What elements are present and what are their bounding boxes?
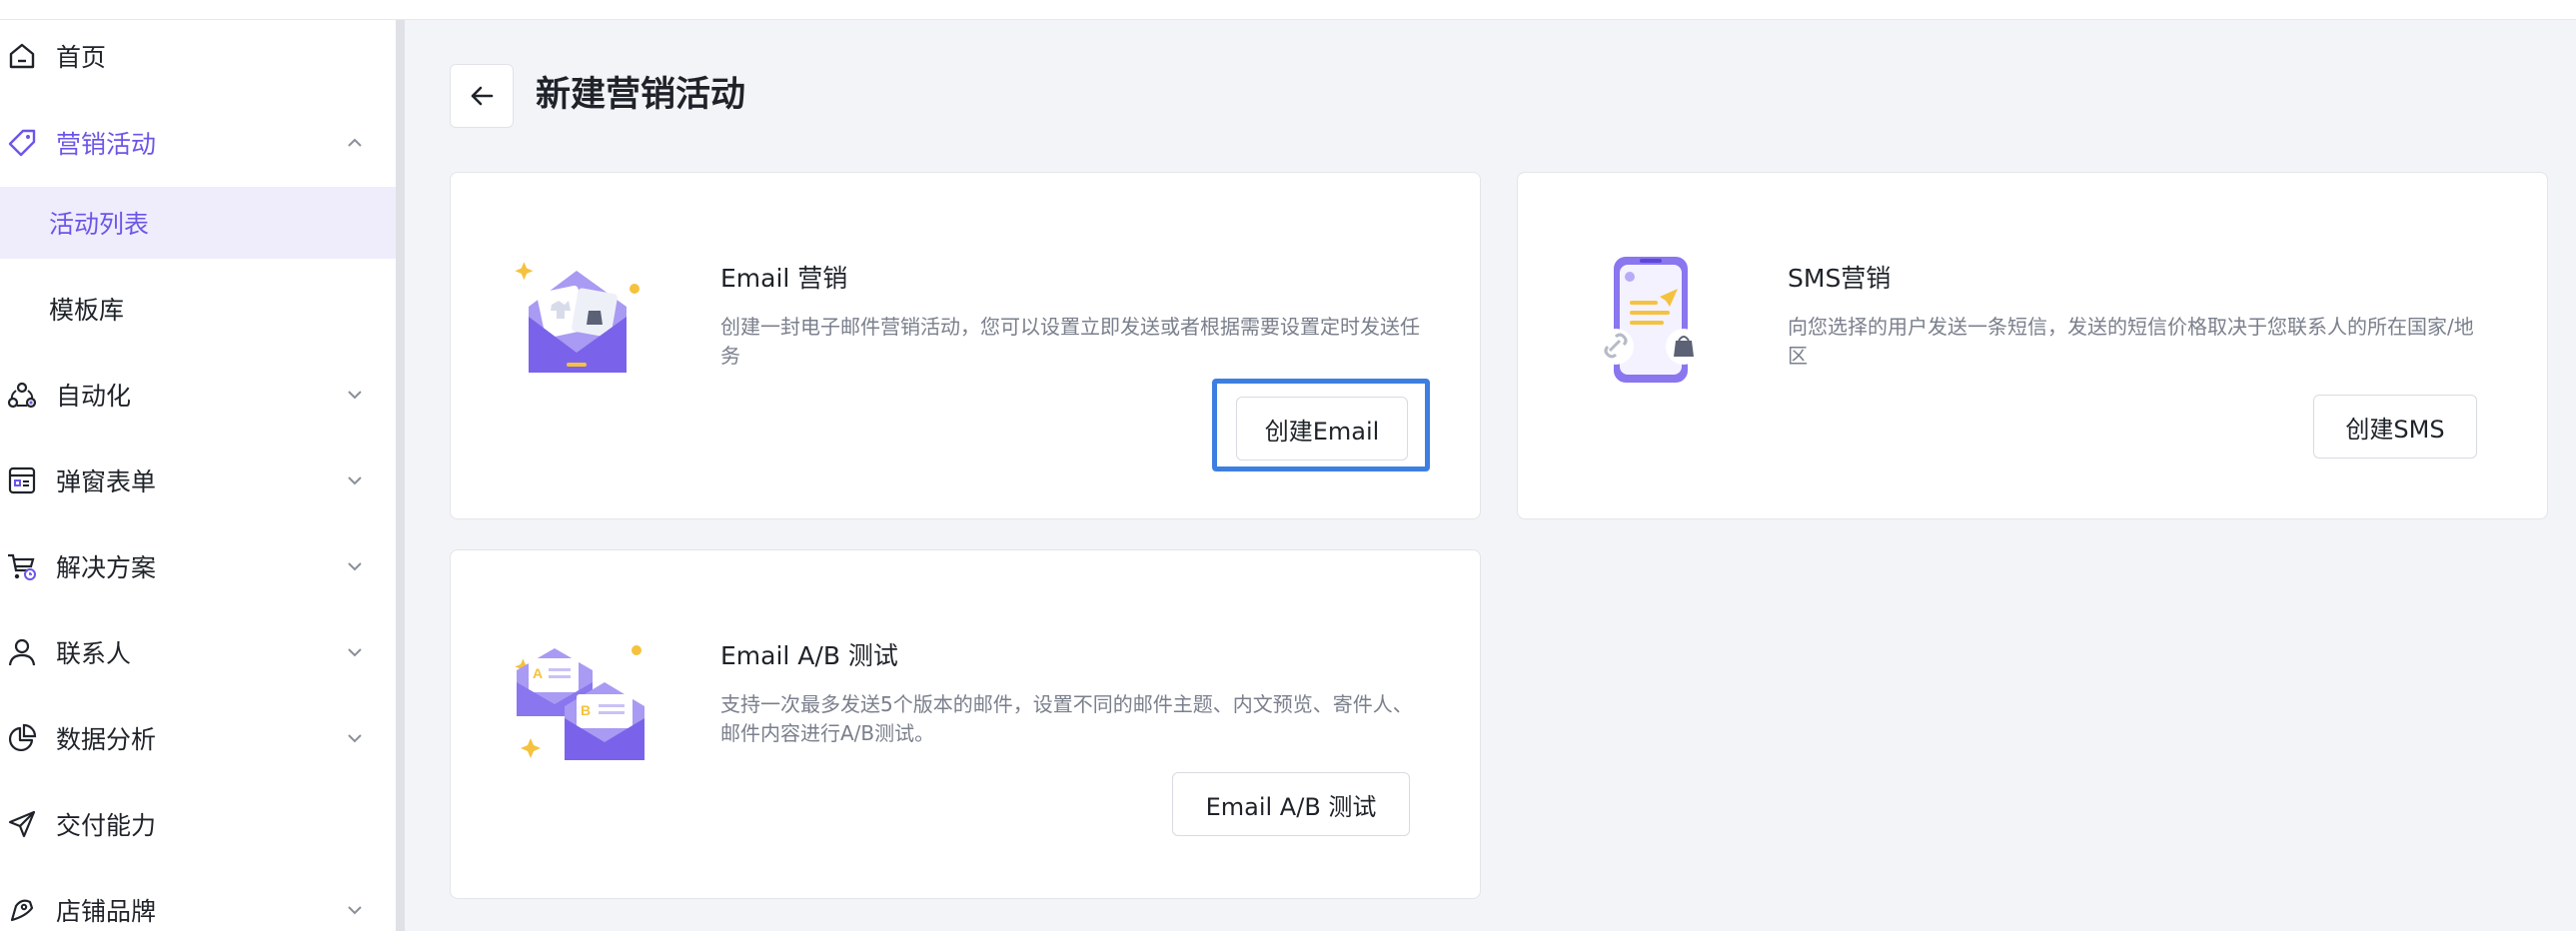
sidebar-subitem-label: 模板库	[49, 296, 125, 325]
automation-icon	[7, 382, 37, 409]
send-icon	[8, 810, 36, 838]
svg-text:A: A	[533, 665, 543, 681]
chevron-down-icon	[348, 648, 362, 657]
home-icon	[9, 43, 35, 69]
cart-icon	[8, 553, 36, 580]
sidebar-item-popup-forms[interactable]: 弹窗表单	[0, 445, 396, 516]
create-ab-test-button[interactable]: Email A/B 测试	[1172, 772, 1410, 836]
tag-icon	[8, 129, 36, 157]
sidebar-scrollbar[interactable]	[396, 20, 405, 931]
chevron-down-icon	[348, 906, 362, 915]
sidebar-item-home[interactable]: 首页	[0, 20, 396, 92]
card-title: Email 营销	[720, 264, 848, 293]
sidebar-item-label: 营销活动	[56, 130, 157, 159]
card-title: SMS营销	[1788, 264, 1892, 293]
create-sms-button[interactable]: 创建SMS	[2313, 395, 2477, 459]
sidebar-item-label: 解决方案	[56, 553, 157, 582]
sidebar-item-analytics[interactable]: 数据分析	[0, 702, 396, 774]
email-ab-test-card: A B Email A/B 测试 支持一次最多发送5个版本的邮件，设置不同的邮件…	[450, 549, 1481, 899]
sidebar-subitem-templates[interactable]: 模板库	[0, 273, 396, 345]
sidebar-item-solutions[interactable]: 解决方案	[0, 530, 396, 602]
sidebar-subitem-campaign-list[interactable]: 活动列表	[0, 187, 396, 259]
chevron-down-icon	[348, 476, 362, 485]
chevron-up-icon	[348, 138, 362, 147]
sms-phone-illustration	[1598, 257, 1702, 383]
page-title: 新建营销活动	[536, 75, 746, 115]
chevron-down-icon	[348, 562, 362, 571]
sidebar-item-label: 首页	[56, 43, 107, 72]
card-description: 创建一封电子邮件营销活动，您可以设置立即发送或者根据需要设置定时发送任务	[720, 315, 1420, 368]
sidebar-item-label: 店铺品牌	[56, 897, 157, 926]
sidebar-item-marketing[interactable]: 营销活动	[0, 107, 396, 179]
back-button[interactable]	[450, 64, 514, 128]
chevron-down-icon	[348, 734, 362, 743]
create-email-button[interactable]: 创建Email	[1236, 397, 1408, 461]
sidebar: 首页 营销活动 活动列表 模板库 自动化 弹窗表单 解决方案 联系人 数据分析	[0, 20, 396, 931]
sidebar-item-label: 自动化	[56, 382, 132, 411]
pie-chart-icon	[8, 723, 37, 752]
sidebar-item-store-brand[interactable]: 店铺品牌	[0, 874, 396, 931]
person-icon	[8, 638, 36, 666]
top-bar	[0, 0, 2576, 20]
email-envelope-illustration	[515, 262, 640, 373]
sidebar-item-contacts[interactable]: 联系人	[0, 616, 396, 688]
sidebar-item-label: 数据分析	[56, 725, 157, 754]
card-title: Email A/B 测试	[720, 641, 898, 670]
sms-marketing-card: SMS营销 向您选择的用户发送一条短信，发送的短信价格取决于您联系人的所在国家/…	[1517, 172, 2548, 519]
sidebar-subitem-label: 活动列表	[49, 210, 150, 239]
brand-icon	[10, 899, 34, 922]
arrow-left-icon	[471, 86, 494, 106]
sidebar-item-automation[interactable]: 自动化	[0, 359, 396, 431]
svg-text:B: B	[581, 702, 591, 718]
form-icon	[8, 466, 36, 494]
sidebar-item-delivery[interactable]: 交付能力	[0, 788, 396, 860]
sidebar-item-label: 弹窗表单	[56, 467, 157, 496]
card-description: 向您选择的用户发送一条短信，发送的短信价格取决于您联系人的所在国家/地区	[1788, 315, 2474, 368]
card-description: 支持一次最多发送5个版本的邮件，设置不同的邮件主题、内文预览、寄件人、邮件内容进…	[720, 692, 1413, 745]
email-marketing-card: Email 营销 创建一封电子邮件营销活动，您可以设置立即发送或者根据需要设置定…	[450, 172, 1481, 519]
ab-envelopes-illustration: A B	[515, 645, 644, 760]
chevron-down-icon	[348, 391, 362, 400]
sidebar-item-label: 交付能力	[56, 811, 157, 840]
sidebar-item-label: 联系人	[56, 639, 132, 668]
